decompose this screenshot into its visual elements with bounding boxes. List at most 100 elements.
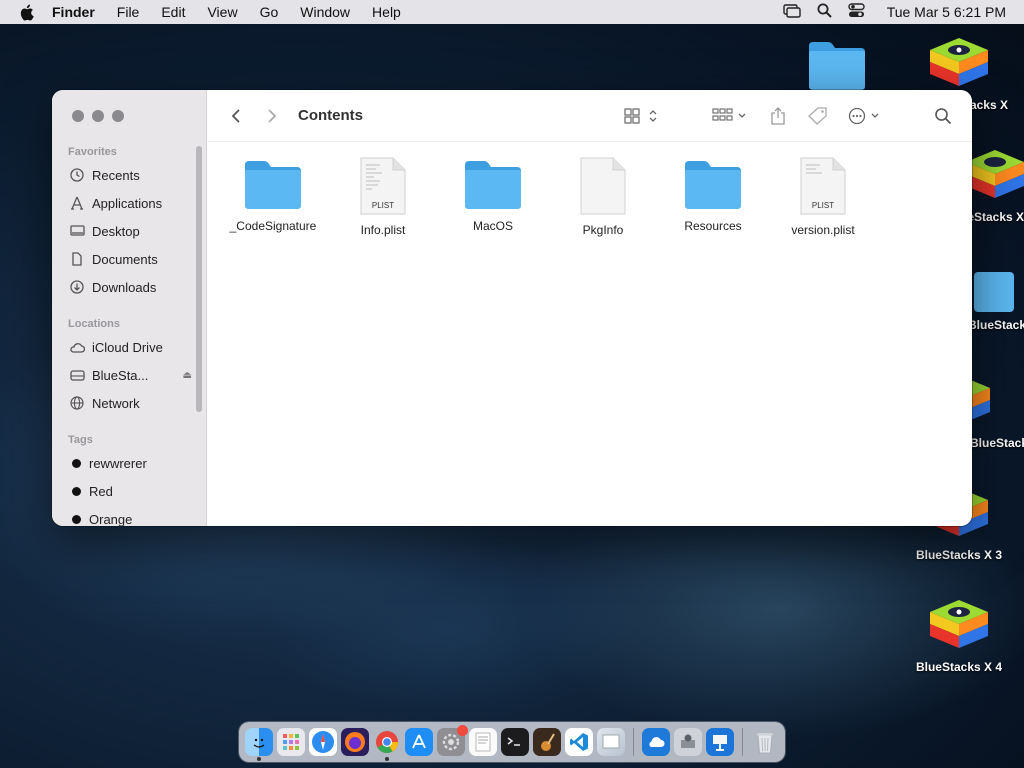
menu-file[interactable]: File <box>117 4 140 20</box>
grid-view-icon <box>624 108 657 124</box>
menu-help[interactable]: Help <box>372 4 401 20</box>
sidebar-item-applications[interactable]: Applications <box>68 192 192 214</box>
group-icon <box>712 108 746 121</box>
minimize-window-button[interactable] <box>92 110 104 122</box>
file-item-pkginfo[interactable]: PkgInfo <box>548 157 658 237</box>
document-icon <box>68 250 86 268</box>
disk-icon <box>68 366 86 384</box>
desktop-bluestacks-5[interactable]: BlueStacks X 4 <box>904 598 1014 674</box>
tag-dot-icon <box>72 486 81 496</box>
bluestacks-icon <box>928 36 990 94</box>
file-item-info-plist[interactable]: PLIST Info.plist <box>328 157 438 237</box>
search-icon <box>935 108 952 125</box>
file-item-version-plist[interactable]: PLIST version.plist <box>768 157 878 237</box>
dock-app-store-icon[interactable] <box>405 728 433 756</box>
menu-app-name[interactable]: Finder <box>52 4 95 20</box>
dock-trash-icon[interactable] <box>751 728 779 756</box>
dock-automator-icon[interactable] <box>674 728 702 756</box>
file-name: Info.plist <box>360 223 406 237</box>
eject-icon[interactable]: ⏏ <box>183 370 192 381</box>
back-button[interactable] <box>218 108 254 124</box>
running-indicator <box>385 757 389 761</box>
share-icon <box>771 107 785 125</box>
sidebar-item-label: Desktop <box>92 223 140 239</box>
menu-view[interactable]: View <box>207 4 237 20</box>
control-center-icon[interactable] <box>847 3 865 21</box>
plist-badge: PLIST <box>812 201 834 210</box>
desktop-icon-label: BlueStacks X 3 <box>915 548 1003 562</box>
sidebar-section-tags: Tags <box>68 434 93 446</box>
bluestacks-icon <box>964 148 1024 206</box>
group-by-button[interactable] <box>712 104 748 128</box>
dock-separator <box>742 728 743 756</box>
plist-document-icon: PLIST <box>800 157 846 215</box>
plist-badge: PLIST <box>372 201 394 210</box>
file-name: PkgInfo <box>582 223 624 237</box>
tag-button[interactable] <box>808 104 828 128</box>
window-toolbar: Contents <box>208 90 972 142</box>
dock <box>239 722 785 762</box>
sidebar-tag-rewwrerer[interactable]: rewwrerer <box>68 452 192 474</box>
screen-mirroring-icon[interactable] <box>782 3 801 21</box>
menu-window[interactable]: Window <box>300 4 350 20</box>
dock-garageband-icon[interactable] <box>533 728 561 756</box>
close-window-button[interactable] <box>72 110 84 122</box>
dock-firefox-icon[interactable] <box>341 728 369 756</box>
clock-icon <box>68 166 86 184</box>
file-item-macos[interactable]: MacOS <box>438 157 548 233</box>
file-item-resources[interactable]: Resources <box>658 157 768 233</box>
sidebar-item-desktop[interactable]: Desktop <box>68 220 192 242</box>
dock-safari-icon[interactable] <box>309 728 337 756</box>
share-button[interactable] <box>770 104 786 128</box>
forward-button[interactable] <box>254 108 290 124</box>
folder-icon <box>972 268 1016 314</box>
tag-dot-icon <box>72 458 81 468</box>
view-mode-button[interactable] <box>624 104 660 128</box>
sidebar-item-bluestacks-disk[interactable]: BlueSta... ⏏ <box>68 364 192 386</box>
dock-textedit-icon[interactable] <box>469 728 497 756</box>
dock-separator <box>633 728 634 756</box>
spotlight-search-icon[interactable] <box>817 3 832 21</box>
sidebar-item-network[interactable]: Network <box>68 392 192 414</box>
notification-badge <box>457 725 468 736</box>
zoom-window-button[interactable] <box>112 110 124 122</box>
file-name: _CodeSignature <box>229 219 317 233</box>
dock-keynote-icon[interactable] <box>706 728 734 756</box>
dock-chrome-icon[interactable] <box>373 728 401 761</box>
ellipsis-circle-icon <box>848 107 879 125</box>
sidebar-item-label: iCloud Drive <box>92 339 163 355</box>
sidebar-item-label: Network <box>92 395 140 411</box>
dock-system-settings-icon[interactable] <box>437 725 468 756</box>
sidebar-item-documents[interactable]: Documents <box>68 248 192 270</box>
search-button[interactable] <box>934 104 952 128</box>
menu-clock[interactable]: Tue Mar 5 6:21 PM <box>887 4 1006 20</box>
more-actions-button[interactable] <box>848 104 884 128</box>
desktop-folder[interactable] <box>782 38 892 92</box>
blank-document-icon <box>580 157 626 215</box>
sidebar-item-downloads[interactable]: Downloads <box>68 276 192 298</box>
dock-finder-icon[interactable] <box>245 728 273 761</box>
window-title: Contents <box>298 107 363 124</box>
folder-icon <box>462 157 524 211</box>
sidebar-item-label: BlueSta... <box>92 367 149 383</box>
file-name: version.plist <box>791 223 855 237</box>
file-item-codesignature[interactable]: _CodeSignature <box>218 157 328 233</box>
sidebar-item-icloud-drive[interactable]: iCloud Drive <box>68 336 192 358</box>
sidebar-item-label: Red <box>89 483 113 499</box>
menu-edit[interactable]: Edit <box>161 4 185 20</box>
running-indicator <box>257 757 261 761</box>
sidebar-scrollbar[interactable] <box>196 146 202 412</box>
sidebar-section-favorites: Favorites <box>68 146 117 158</box>
sidebar-item-label: Documents <box>92 251 158 267</box>
dock-preview-icon[interactable] <box>597 728 625 756</box>
sidebar-tag-red[interactable]: Red <box>68 480 192 502</box>
sidebar-item-recents[interactable]: Recents <box>68 164 192 186</box>
dock-terminal-icon[interactable] <box>501 728 529 756</box>
menu-go[interactable]: Go <box>260 4 279 20</box>
dock-cloud-app-icon[interactable] <box>642 728 670 756</box>
dock-launchpad-icon[interactable] <box>277 728 305 756</box>
apple-menu-icon[interactable] <box>0 4 52 21</box>
tag-icon <box>808 107 827 125</box>
sidebar-tag-orange[interactable]: Orange <box>68 508 192 526</box>
dock-vscode-icon[interactable] <box>565 728 593 756</box>
